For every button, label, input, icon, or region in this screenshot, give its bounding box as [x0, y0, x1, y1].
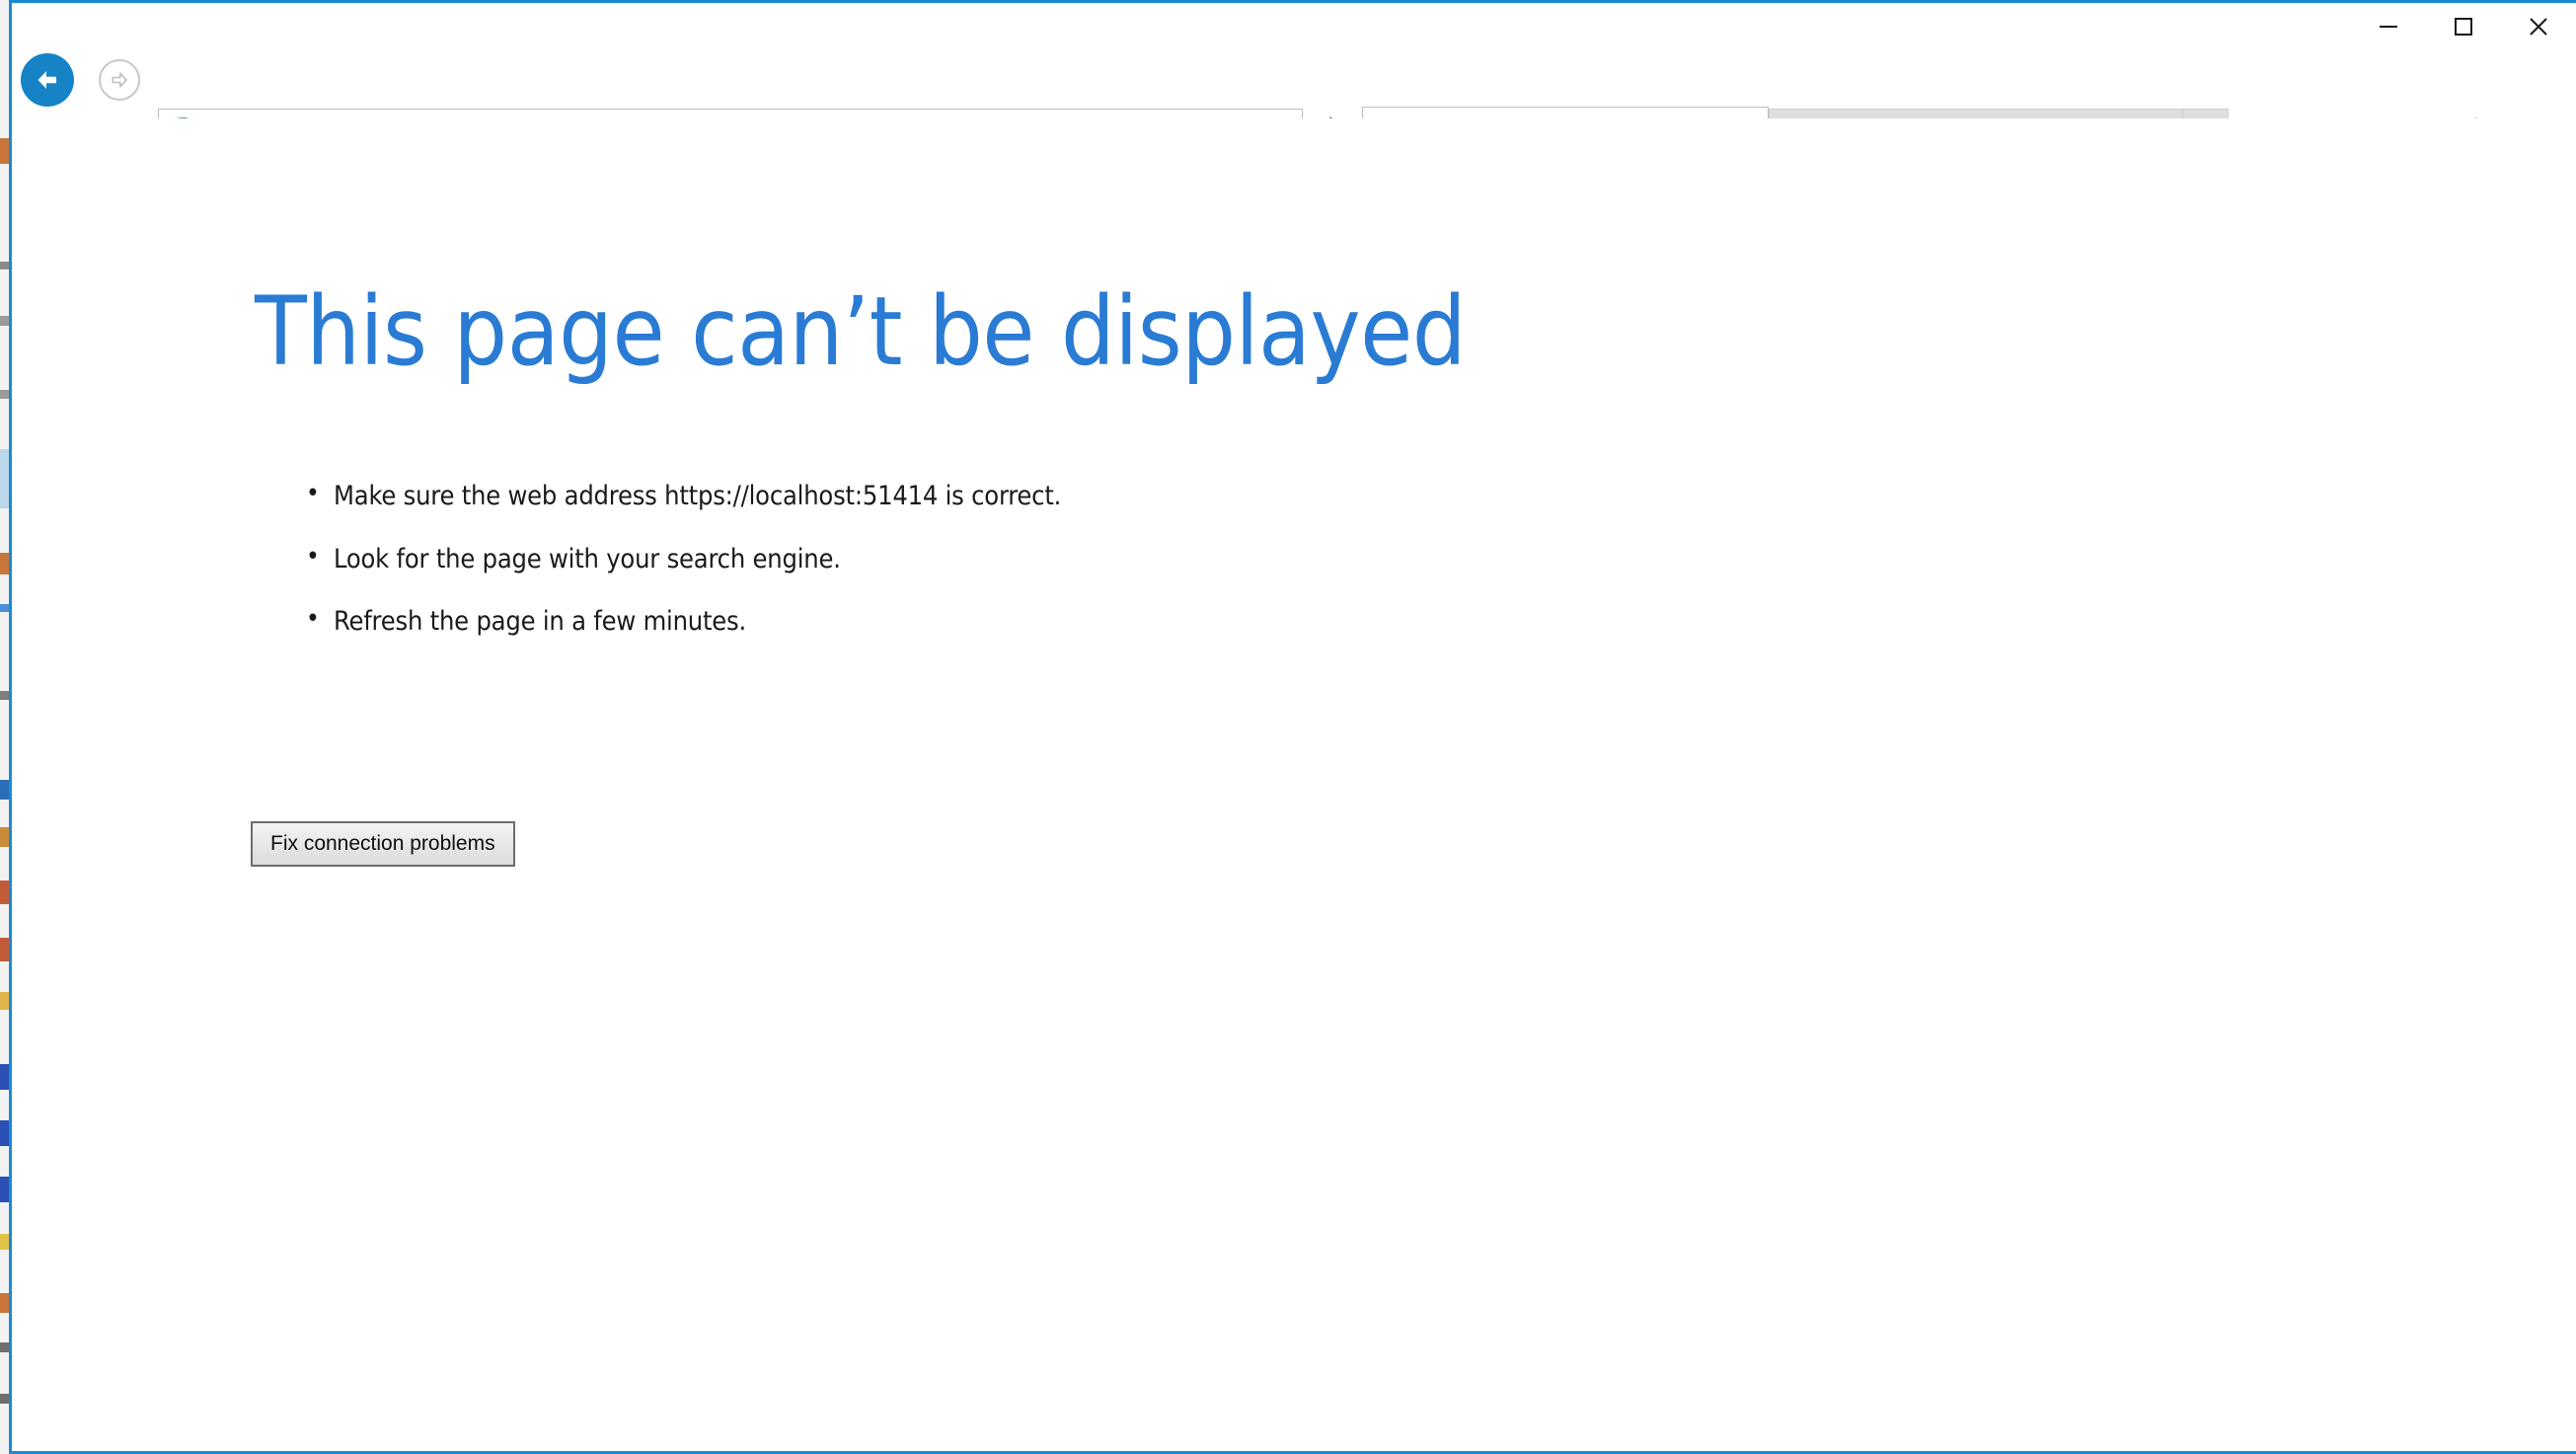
sliver-fragment — [0, 938, 9, 961]
close-button[interactable] — [2501, 3, 2576, 49]
sliver-fragment — [0, 316, 9, 326]
sliver-fragment — [0, 1394, 9, 1404]
suggestions-list: Make sure the web address https://localh… — [304, 480, 1061, 670]
sliver-fragment — [0, 449, 9, 508]
page-content: This page can’t be displayed Make sure t… — [12, 118, 2576, 1448]
sliver-fragment — [0, 1064, 9, 1090]
sliver-fragment — [0, 390, 9, 399]
suggestion-item: Make sure the web address https://localh… — [304, 480, 1061, 511]
page-title: This page can’t be displayed — [255, 276, 1467, 387]
sliver-fragment — [0, 553, 9, 574]
window-controls — [2351, 3, 2576, 49]
sliver-fragment — [0, 827, 9, 847]
maximize-button[interactable] — [2426, 3, 2501, 49]
browser-window: https://localhost:51414/?command=GetTitl… — [9, 0, 2576, 1454]
forward-button[interactable] — [99, 59, 140, 101]
sliver-fragment — [0, 1342, 9, 1352]
sliver-fragment — [0, 992, 9, 1010]
arrow-right-icon — [112, 72, 127, 88]
sliver-fragment — [0, 138, 9, 164]
arrow-left-icon — [38, 71, 56, 89]
maximize-icon — [2455, 17, 2472, 36]
sliver-fragment — [0, 880, 9, 904]
title-bar-accent — [12, 0, 2576, 3]
background-window-sliver — [0, 0, 9, 1454]
suggestion-item: Look for the page with your search engin… — [304, 543, 1061, 574]
minimize-icon — [2380, 25, 2397, 28]
sliver-fragment — [0, 262, 9, 269]
sliver-fragment — [0, 1234, 9, 1250]
suggestion-item: Refresh the page in a few minutes. — [304, 605, 1061, 637]
sliver-fragment — [0, 780, 9, 800]
sliver-fragment — [0, 1177, 9, 1202]
back-button[interactable] — [21, 53, 74, 107]
fix-connection-problems-button[interactable]: Fix connection problems — [251, 821, 515, 867]
sliver-fragment — [0, 1120, 9, 1146]
close-icon — [2530, 17, 2547, 36]
navigation-toolbar: https://localhost:51414/?command=GetTitl… — [12, 49, 2576, 156]
sliver-fragment — [0, 604, 9, 612]
sliver-fragment — [0, 691, 9, 700]
minimize-button[interactable] — [2351, 3, 2426, 49]
sliver-fragment — [0, 1293, 9, 1313]
